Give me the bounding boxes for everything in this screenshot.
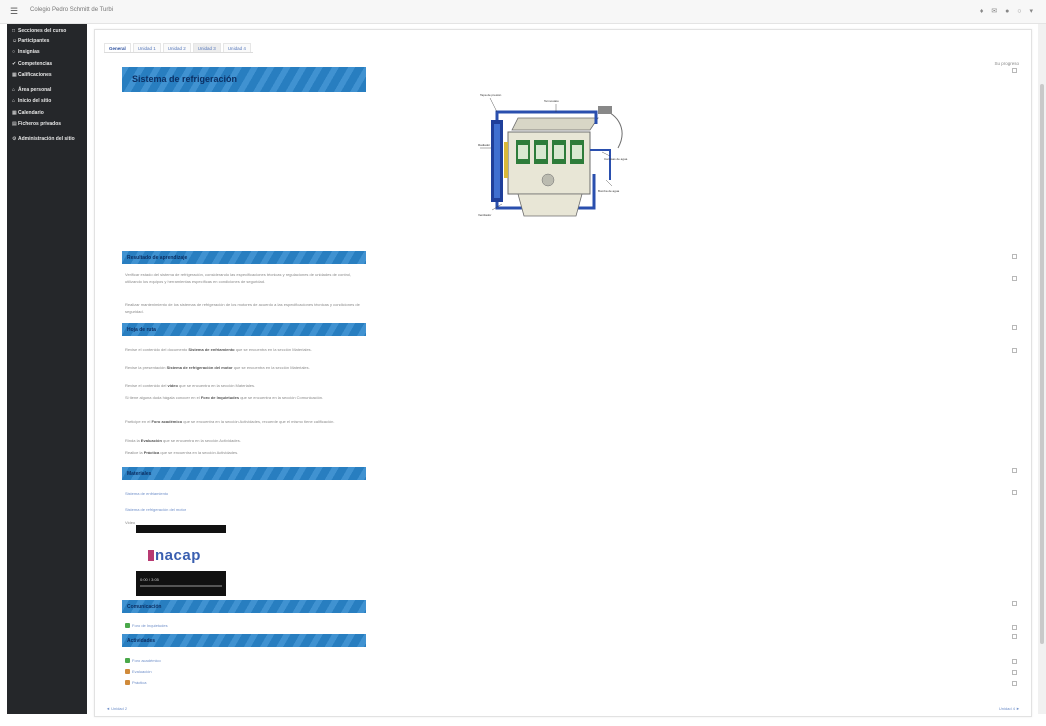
sidebar-item-area-personal[interactable]: ⌂ Área personal: [7, 85, 87, 97]
link-refrigeracion-motor[interactable]: Sistema de refrigeración del motor: [125, 507, 186, 512]
course-page: General Unidad 1 Unidad 2 Unidad 3 Unida…: [94, 29, 1032, 717]
section-title-comunicacion: Comunicación: [122, 600, 366, 613]
completion-checkbox[interactable]: [1012, 634, 1017, 639]
users-icon: ☺: [12, 37, 18, 44]
hamburger-icon[interactable]: ☰: [10, 7, 22, 16]
calendar-icon: ▦: [12, 109, 17, 116]
page-scrollbar[interactable]: [1038, 24, 1046, 714]
sidebar-item-label: Área personal: [18, 86, 52, 93]
video-time: 0:00 / 3:05: [140, 577, 159, 582]
engine-cooling-diagram: Tapa de presión Termostato Radiador Cami…: [478, 93, 628, 217]
section-title-ruta: Hoja de ruta: [122, 323, 366, 336]
page-title: Sistema de refrigeración: [122, 67, 366, 92]
completion-checkbox[interactable]: [1012, 254, 1017, 259]
site-name[interactable]: Colegio Pedro Schmitt de Turbi: [30, 7, 113, 13]
completion-checkbox[interactable]: [1012, 468, 1017, 473]
top-navbar: ☰ Colegio Pedro Schmitt de Turbi ♦ ✉ ● ○…: [0, 0, 1046, 24]
sidebar-item-label: Calendario: [18, 109, 44, 116]
completion-checkbox[interactable]: [1012, 490, 1017, 495]
completion-checkbox[interactable]: [1012, 325, 1017, 330]
sidebar-item-label: Competencias: [18, 60, 53, 67]
ruta-line: Revise el contenido del documento Sistem…: [125, 347, 312, 352]
section-title-resultado: Resultado de aprendizaje: [122, 251, 366, 264]
tab-unidad-3[interactable]: Unidad 3: [192, 43, 221, 52]
completion-checkbox[interactable]: [1012, 276, 1017, 281]
engine-label-bomba: Bomba de agua: [598, 189, 620, 193]
section-title-materiales: Materiales: [122, 467, 366, 480]
quiz-icon: [125, 669, 130, 674]
sidebar-item-insignias[interactable]: ○ Insignias: [7, 47, 87, 59]
sidebar-item-label: Insignias: [18, 49, 40, 55]
sidebar-item-calendario[interactable]: ▦Calendario: [7, 108, 87, 120]
badge-icon: ○: [12, 49, 16, 55]
completion-checkbox[interactable]: [1012, 681, 1017, 686]
engine-label-ventilador: Ventilador: [478, 213, 491, 217]
scrollbar-thumb[interactable]: [1040, 84, 1044, 644]
section-title-actividades: Actividades: [122, 634, 366, 647]
grades-icon: ▦: [12, 72, 17, 78]
video-player[interactable]: nacap 0:00 / 3:05: [136, 525, 226, 596]
video-seek-bar[interactable]: [140, 585, 222, 587]
engine-label-tapa: Tapa de presión: [480, 93, 502, 97]
completion-checkbox[interactable]: [1012, 625, 1017, 630]
sidebar-item-label: Ficheros privados: [18, 121, 62, 127]
engine-label-termostato: Termostato: [544, 99, 559, 103]
completion-checkbox[interactable]: [1012, 68, 1017, 73]
forum-icon: [125, 623, 130, 628]
progress-label: Su progreso: [994, 61, 1019, 66]
engine-label-radiador: Radiador: [478, 143, 490, 147]
completion-checkbox[interactable]: [1012, 670, 1017, 675]
sidebar-item-ficheros[interactable]: ▤Ficheros privados: [7, 119, 87, 131]
forum-inquietudes[interactable]: Foro de Inquietudes: [125, 623, 168, 628]
check-icon: ✔: [12, 60, 17, 67]
ruta-line: Participe en el Foro académico que se en…: [125, 419, 335, 424]
resultado-paragraph-2: Realizar mantenimiento de los sistemas d…: [125, 302, 360, 314]
gear-icon: ⚙: [12, 135, 17, 142]
ruta-line: Realice la Práctica que se encuentra en …: [125, 450, 239, 455]
sidebar: □ Secciones del curso ☺Participantes ○ Ins…: [7, 24, 87, 714]
completion-checkbox[interactable]: [1012, 348, 1017, 353]
section-icon: □: [12, 28, 16, 34]
home-icon: ⌂: [12, 86, 16, 93]
sidebar-item-calificaciones[interactable]: ▦Calificaciones: [7, 70, 87, 82]
tab-unidad-2[interactable]: Unidad 2: [162, 43, 191, 52]
ruta-line: Si tiene alguna duda hágala conocer en e…: [125, 395, 324, 400]
completion-checkbox[interactable]: [1012, 659, 1017, 664]
activity-practica[interactable]: Práctica: [125, 680, 146, 685]
sidebar-item-label: Calificaciones: [18, 72, 52, 78]
video-logo: nacap: [148, 547, 201, 564]
ruta-line: Rinda la Evaluación que se encuentra en …: [125, 438, 241, 443]
file-icon: ▤: [12, 121, 17, 127]
activity-evaluacion[interactable]: Evaluación: [125, 669, 152, 674]
forum-icon: [125, 658, 130, 663]
completion-checkbox[interactable]: [1012, 601, 1017, 606]
sidebar-item-competencias[interactable]: ✔ Competencias: [7, 59, 87, 71]
sidebar-item-participantes[interactable]: ☺Participantes: [7, 36, 87, 48]
tab-unidad-4[interactable]: Unidad 4: [222, 43, 251, 52]
resultado-paragraph-1: Verificar estado del sistema de refriger…: [125, 272, 352, 284]
tab-unidad-1[interactable]: Unidad 1: [132, 43, 161, 52]
link-sistema-enfriamiento[interactable]: Sistema de enfriamiento: [125, 491, 168, 496]
home-icon: ⌂: [12, 98, 16, 104]
sidebar-item-administracion[interactable]: ⚙ Administración del sitio: [7, 134, 87, 146]
user-tools[interactable]: ♦ ✉ ● ○ ▾: [980, 7, 1036, 15]
sidebar-item-inicio-sitio[interactable]: ⌂ Inicio del sitio: [7, 96, 87, 108]
tab-general[interactable]: General: [104, 43, 131, 52]
sidebar-item-label: Administración del sitio: [18, 135, 75, 142]
activity-foro-academico[interactable]: Foro académico: [125, 658, 161, 663]
prev-unit-link[interactable]: ◄ Unidad 2: [106, 706, 127, 711]
sidebar-item-label: Inicio del sitio: [18, 98, 52, 104]
sidebar-item-label: Participantes: [18, 37, 50, 44]
engine-label-camisas: Camisas de agua: [604, 157, 628, 161]
unit-tabs: General Unidad 1 Unidad 2 Unidad 3 Unida…: [104, 43, 253, 53]
sidebar-item-secciones[interactable]: □ Secciones del curso: [7, 24, 87, 36]
assignment-icon: [125, 680, 130, 685]
ruta-line: Revise la presentación Sistema de refrig…: [125, 365, 310, 370]
next-unit-link[interactable]: Unidad 4 ►: [999, 706, 1020, 711]
sidebar-item-label: Secciones del curso: [18, 28, 67, 34]
ruta-line: Revise el contenido del video que se enc…: [125, 383, 256, 388]
